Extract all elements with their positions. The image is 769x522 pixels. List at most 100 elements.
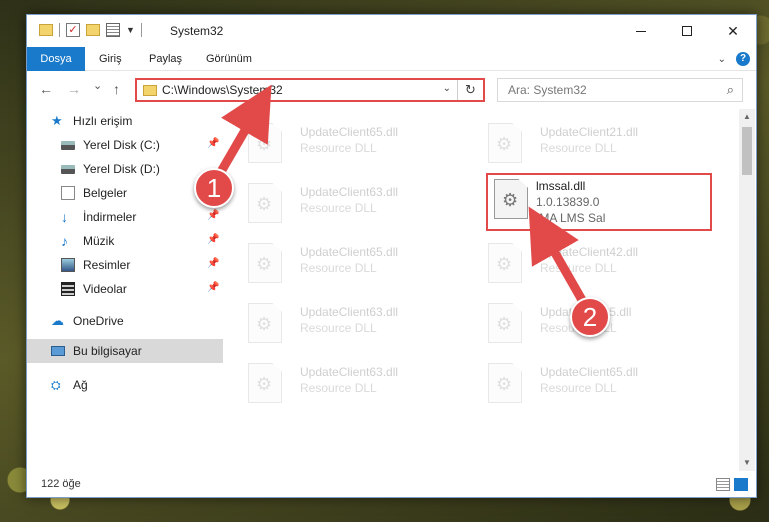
sidebar-item[interactable]: ↓ İndirmeler 📌 bbox=[27, 205, 223, 229]
file-description: Resource DLL bbox=[300, 381, 377, 395]
file-description: Resource DLL bbox=[540, 141, 617, 155]
sidebar-item[interactable]: ♪ Müzik 📌 bbox=[27, 229, 223, 253]
file-name: UpdateClient63.dll bbox=[300, 365, 399, 379]
tab-file[interactable]: Dosya bbox=[27, 47, 85, 71]
file-list: UpdateClient65.dllResource DLLUpdateClie… bbox=[234, 109, 740, 471]
explorer-window: ✓ ▼ System32 ✕ Dosya Giriş Paylaş Görünü… bbox=[26, 14, 757, 498]
file-name: UpdateClient42.dll bbox=[540, 245, 639, 259]
sidebar-item[interactable]: Resimler 📌 bbox=[27, 253, 223, 277]
file-description: Resource DLL bbox=[300, 201, 377, 215]
new-folder-icon[interactable] bbox=[86, 24, 100, 36]
sidebar-item-label: İndirmeler bbox=[83, 210, 137, 224]
scrollbar-thumb[interactable] bbox=[742, 127, 752, 175]
file-company: IMA LMS Sal bbox=[536, 211, 606, 225]
file-tile[interactable]: UpdateClient63.dll Resource DLL bbox=[238, 177, 468, 235]
sidebar-item-label: Ağ bbox=[73, 378, 88, 392]
file-tile[interactable]: UpdateClient65.dll Resource DLL bbox=[238, 237, 468, 295]
address-path[interactable]: C:\Windows\System32 bbox=[162, 83, 283, 97]
navigation-pane: ★ Hızlı erişim Yerel Disk (C:) 📌 Yerel Disk … bbox=[27, 109, 223, 471]
file-name: UpdateClient65.dll bbox=[300, 125, 399, 139]
address-history-chevron-icon[interactable]: ⌄ bbox=[443, 83, 451, 94]
highlighted-file-tile[interactable]: lmssal.dll 1.0.13839.0 IMA LMS Sal bbox=[486, 173, 712, 231]
tab-view[interactable]: Görünüm bbox=[206, 47, 252, 71]
maximize-icon bbox=[682, 26, 692, 36]
minimize-button[interactable] bbox=[618, 15, 664, 47]
videos-icon bbox=[61, 282, 75, 296]
file-tile[interactable]: UpdateClient21.dll Resource DLL bbox=[478, 117, 708, 175]
pin-icon[interactable]: 📌 bbox=[207, 282, 219, 293]
file-tile[interactable]: UpdateClient65.dll Resource DLL bbox=[478, 357, 708, 415]
file-name: lmssal.dll bbox=[536, 179, 586, 193]
sidebar-item-label: Hızlı erişim bbox=[73, 114, 133, 128]
back-button[interactable]: ← bbox=[39, 81, 53, 97]
file-description: Resource DLL bbox=[540, 261, 617, 275]
scroll-down-arrow-icon[interactable]: ▼ bbox=[739, 455, 755, 471]
maximize-button[interactable] bbox=[664, 15, 710, 47]
file-tile[interactable]: UpdateClient63.dll Resource DLL bbox=[238, 297, 468, 355]
sidebar-item[interactable]: Yerel Disk (C:) 📌 bbox=[27, 133, 223, 157]
dll-file-icon bbox=[248, 303, 282, 343]
tab-share[interactable]: Paylaş bbox=[149, 47, 182, 71]
search-icon[interactable]: ⌕ bbox=[727, 82, 734, 98]
file-description: Resource DLL bbox=[300, 321, 377, 335]
sidebar-item[interactable]: Yerel Disk (D:) bbox=[27, 157, 223, 181]
vertical-scrollbar[interactable]: ▲ ▼ bbox=[739, 109, 755, 471]
close-button[interactable]: ✕ bbox=[710, 15, 756, 47]
customize-toolbar-chevron-icon[interactable]: ▼ bbox=[126, 25, 135, 35]
file-name: UpdateClient65.dll bbox=[540, 365, 639, 379]
download-icon: ↓ bbox=[61, 209, 68, 225]
file-name: UpdateClient21.dll bbox=[540, 125, 639, 139]
sidebar-item[interactable]: ☁ OneDrive bbox=[27, 309, 223, 333]
file-tile[interactable]: UpdateClient65.dll Resource DLL bbox=[238, 117, 468, 175]
folder-icon bbox=[143, 85, 157, 96]
sidebar-item-label: Resimler bbox=[83, 258, 131, 272]
window-controls: ✕ bbox=[618, 15, 756, 47]
window-title: System32 bbox=[170, 24, 224, 38]
sidebar-item[interactable]: ⛭ Ağ bbox=[27, 373, 223, 397]
pin-icon[interactable]: 📌 bbox=[207, 210, 219, 221]
ribbon-tabs: Dosya Giriş Paylaş Görünüm ⌄ ? bbox=[27, 47, 756, 71]
sidebar-item[interactable]: Bu bilgisayar bbox=[27, 339, 223, 363]
address-bar[interactable]: C:\Windows\System32 ⌄ ↻ bbox=[135, 78, 485, 102]
tab-home[interactable]: Giriş bbox=[99, 47, 122, 71]
navigation-bar: ← → ⌄ ↑ C:\Windows\System32 ⌄ ↻ Ara: Sys… bbox=[27, 72, 756, 106]
drive-icon bbox=[61, 165, 75, 174]
recent-locations-chevron-icon[interactable]: ⌄ bbox=[93, 79, 102, 92]
search-input[interactable]: Ara: System32 ⌕ bbox=[497, 78, 743, 102]
forward-button[interactable]: → bbox=[67, 81, 81, 97]
sidebar-item-label: Videolar bbox=[83, 282, 127, 296]
expand-ribbon-chevron-icon[interactable]: ⌄ bbox=[718, 54, 726, 65]
scroll-up-arrow-icon[interactable]: ▲ bbox=[739, 109, 755, 125]
pin-icon[interactable]: 📌 bbox=[207, 258, 219, 269]
toolbar-divider bbox=[140, 23, 142, 37]
quick-access-toolbar: ✓ ▼ bbox=[39, 23, 142, 37]
file-tile[interactable]: UpdateClient63.dll Resource DLL bbox=[238, 357, 468, 415]
large-icons-view-icon[interactable] bbox=[734, 478, 748, 491]
checkmark-icon[interactable]: ✓ bbox=[66, 23, 80, 37]
step-1-badge: 1 bbox=[194, 168, 234, 208]
up-button[interactable]: ↑ bbox=[113, 81, 120, 97]
toolbar-divider bbox=[59, 23, 60, 37]
dll-file-icon bbox=[488, 243, 522, 283]
pin-icon[interactable]: 📌 bbox=[207, 138, 219, 149]
pin-icon[interactable]: 📌 bbox=[207, 234, 219, 245]
dll-file-icon bbox=[488, 363, 522, 403]
details-view-icon[interactable] bbox=[716, 478, 730, 491]
refresh-button[interactable]: ↻ bbox=[457, 80, 483, 100]
dll-file-icon bbox=[494, 179, 528, 219]
computer-icon bbox=[51, 346, 65, 356]
sidebar-item[interactable]: ★ Hızlı erişim bbox=[27, 109, 223, 133]
pictures-icon bbox=[61, 258, 75, 272]
dll-file-icon bbox=[488, 303, 522, 343]
folder-icon[interactable] bbox=[39, 24, 53, 36]
dll-file-icon bbox=[248, 243, 282, 283]
file-tile[interactable]: UpdateClient42.dll Resource DLL bbox=[478, 237, 708, 295]
help-icon[interactable]: ? bbox=[736, 52, 750, 66]
dll-file-icon bbox=[488, 123, 522, 163]
properties-icon[interactable] bbox=[106, 23, 120, 37]
dll-file-icon bbox=[248, 123, 282, 163]
dll-file-icon bbox=[248, 183, 282, 223]
sidebar-item[interactable]: Videolar 📌 bbox=[27, 277, 223, 301]
title-bar: ✓ ▼ System32 ✕ bbox=[27, 15, 756, 47]
file-description: Resource DLL bbox=[540, 381, 617, 395]
